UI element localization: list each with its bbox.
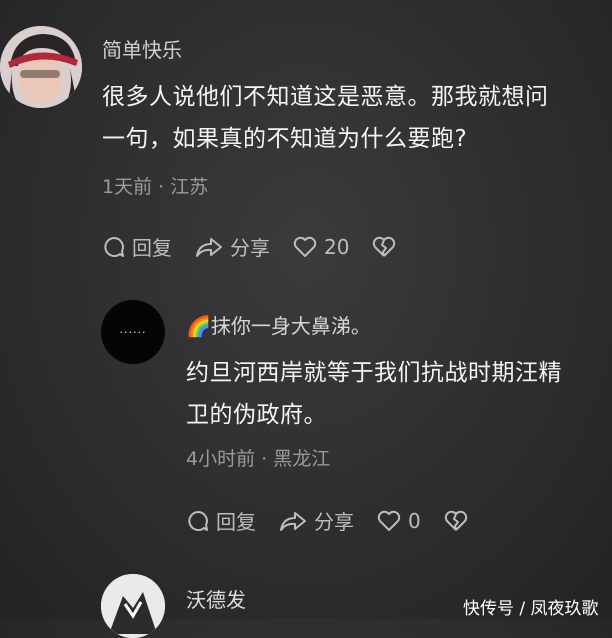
rainbow-icon: 🌈 bbox=[186, 314, 211, 338]
watermark: 快传号 / 凤夜玖歌 bbox=[463, 599, 599, 619]
reply-button[interactable]: 回复 bbox=[102, 232, 172, 261]
comment-username[interactable]: 简单快乐 bbox=[102, 34, 182, 63]
reply-username-text: 抹你一身大鼻涕。 bbox=[210, 314, 371, 338]
dislike-button[interactable] bbox=[371, 235, 403, 259]
avatar[interactable] bbox=[0, 26, 82, 108]
comment-text-line: 一句，如果真的不知道为什么要跑? bbox=[102, 126, 468, 152]
dislike-button[interactable] bbox=[443, 509, 475, 533]
broken-heart-icon bbox=[373, 236, 396, 257]
heart-icon bbox=[293, 236, 317, 257]
share-label: 分享 bbox=[314, 510, 354, 534]
like-count: 20 bbox=[324, 234, 350, 259]
share-icon bbox=[280, 511, 306, 531]
reply-label: 回复 bbox=[216, 510, 256, 534]
comment-meta: 1天前 · 江苏 bbox=[102, 176, 209, 198]
comment-username[interactable]: 沃德发 bbox=[186, 584, 246, 613]
reply-actions: 回复 分享 0 bbox=[186, 506, 497, 535]
comment-actions: 回复 分享 20 bbox=[102, 232, 425, 261]
user-photo bbox=[101, 574, 165, 638]
reply-label: 回复 bbox=[132, 236, 172, 260]
heart-icon bbox=[377, 510, 401, 531]
reply-icon bbox=[188, 510, 208, 531]
avatar[interactable] bbox=[101, 574, 165, 638]
reply-text-line: 卫的伪政府。 bbox=[186, 402, 327, 428]
reply-text: 约旦河西岸就等于我们抗战时期汪精 卫的伪政府。 bbox=[186, 352, 606, 436]
like-count: 0 bbox=[408, 508, 421, 533]
comment-text: 很多人说他们不知道这是恶意。那我就想问 一句，如果真的不知道为什么要跑? bbox=[102, 76, 602, 160]
like-button[interactable]: 0 bbox=[376, 509, 421, 533]
user-photo bbox=[0, 26, 82, 108]
reply-meta: 4小时前 · 黑龙江 bbox=[186, 448, 331, 470]
avatar-dots: ...... bbox=[119, 323, 147, 336]
reply-username[interactable]: 🌈抹你一身大鼻涕。 bbox=[186, 310, 371, 339]
like-button[interactable]: 20 bbox=[292, 235, 349, 259]
broken-heart-icon bbox=[444, 510, 467, 531]
reply-icon bbox=[104, 236, 124, 257]
reply-avatar[interactable]: ...... bbox=[101, 300, 165, 364]
comment-text-line: 很多人说他们不知道这是恶意。那我就想问 bbox=[102, 84, 549, 110]
reply-button[interactable]: 回复 bbox=[186, 506, 256, 535]
share-button[interactable]: 分享 bbox=[194, 232, 270, 261]
share-button[interactable]: 分享 bbox=[278, 506, 354, 535]
share-icon bbox=[196, 237, 222, 257]
reply-text-line: 约旦河西岸就等于我们抗战时期汪精 bbox=[186, 360, 562, 386]
share-label: 分享 bbox=[230, 236, 270, 260]
